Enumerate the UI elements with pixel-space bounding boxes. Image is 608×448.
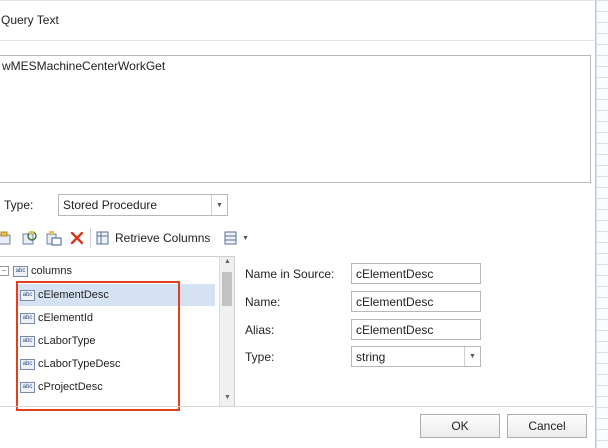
tree-root-label: columns [31,265,72,277]
alias-label: Alias: [245,323,275,337]
collapse-icon[interactable]: − [0,266,9,276]
tree-item-label: cElementDesc [38,289,109,301]
chevron-down-icon: ▼ [464,347,480,366]
chevron-down-icon: ▼ [242,234,249,242]
tree-item[interactable]: abc cElementId [17,307,93,329]
abc-icon: abc [20,312,35,324]
query-text-label: Query Text [1,13,59,27]
scrollbar-thumb[interactable] [222,272,232,306]
type-property-value: string [356,350,386,364]
footer-divider [0,406,594,407]
cancel-button[interactable]: Cancel [507,414,587,438]
tree-item-label: cProjectDesc [38,381,103,393]
chevron-down-icon: ▼ [211,195,227,215]
table-options-dropdown[interactable]: ▼ [223,229,249,247]
type-label: Type: [4,198,34,212]
abc-icon: abc [20,381,35,393]
header-divider [0,40,594,41]
retrieve-columns-label: Retrieve Columns [115,231,211,245]
scroll-down-icon[interactable]: ▼ [224,394,231,401]
type-select-value: Stored Procedure [63,198,158,212]
tree-item[interactable]: abc cLaborType [17,330,95,352]
retrieve-columns-icon [95,230,111,246]
abc-icon: abc [20,335,35,347]
alias-field[interactable]: cElementDesc [351,319,481,340]
scroll-up-icon[interactable]: ▲ [224,258,231,265]
type-property-select[interactable]: string ▼ [351,346,481,367]
table-options-icon [223,230,239,246]
tree-item-label: cElementId [38,312,94,324]
type-select[interactable]: Stored Procedure ▼ [58,194,228,216]
abc-icon: abc [20,358,35,370]
name-label: Name: [245,295,281,309]
ok-button[interactable]: OK [420,414,500,438]
retrieve-columns-button[interactable]: Retrieve Columns [95,229,210,247]
tree-item[interactable]: abc cElementDesc [17,284,215,306]
name-in-source-label: Name in Source: [245,267,335,281]
tree-item[interactable]: abc cLaborTypeDesc [17,353,121,375]
tree-item-label: cLaborType [38,335,96,347]
columns-abc-icon: abc [13,265,28,277]
name-in-source-field[interactable]: cElementDesc [351,263,481,284]
delete-icon[interactable] [69,230,85,246]
tree-item-label: cLaborTypeDesc [38,358,121,370]
param-type-icon[interactable] [46,230,62,246]
columns-tree: − abc columns abc cElementDesc abc cElem… [0,256,235,406]
top-divider [0,0,594,1]
type-property-label: Type: [245,350,275,364]
query-text-area[interactable]: wMESMachineCenterWorkGet [0,55,591,183]
query-text-value: wMESMachineCenterWorkGet [2,59,166,73]
tree-item[interactable]: abc cProjectDesc [17,376,103,398]
background-editor-grid [595,0,608,448]
refresh-icon[interactable] [22,230,38,246]
toolbar-separator [90,228,91,248]
name-field[interactable]: cElementDesc [351,291,481,312]
tree-root[interactable]: − abc columns [0,260,72,282]
abc-icon: abc [20,289,35,301]
tree-scrollbar[interactable]: ▲ ▼ [219,257,234,406]
add-param-icon[interactable] [0,230,14,246]
